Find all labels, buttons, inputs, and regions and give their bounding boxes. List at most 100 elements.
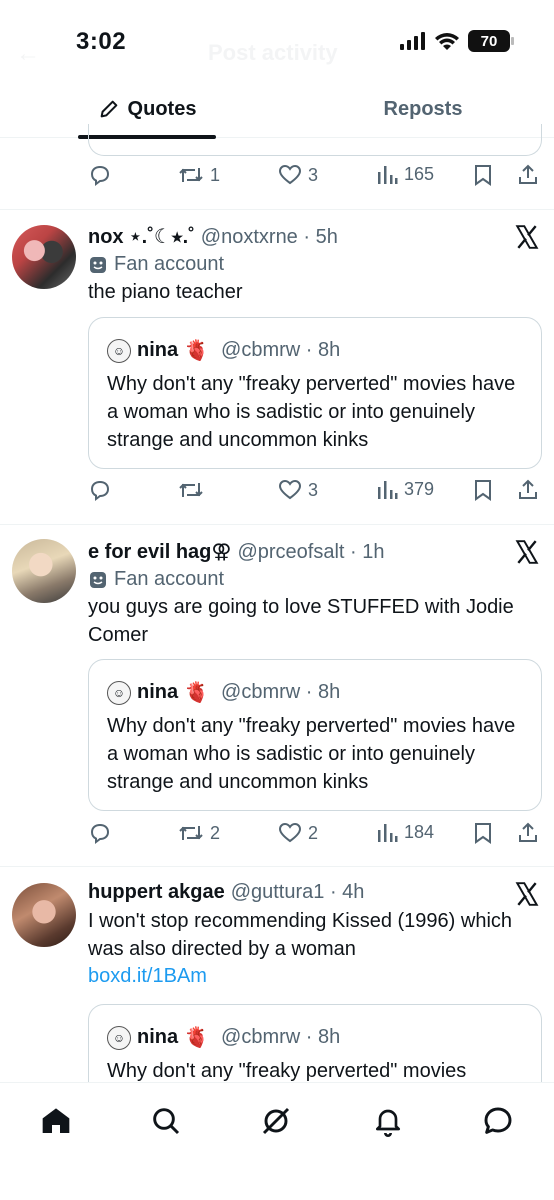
reply-button[interactable] — [88, 821, 112, 845]
post-link[interactable]: boxd.it/1BAm — [88, 965, 207, 988]
reply-icon — [90, 823, 110, 844]
handle[interactable]: @guttura1 · 4h — [231, 881, 365, 904]
quote-display-name[interactable]: nina — [137, 1026, 178, 1049]
heart-icon — [278, 479, 302, 500]
like-count: 3 — [308, 479, 319, 500]
views-count: 379 — [404, 478, 435, 499]
action-bar: 1 3 165 — [88, 163, 542, 193]
quote-avatar[interactable]: ☺ — [107, 680, 131, 705]
x-logo-icon[interactable] — [514, 881, 540, 907]
share-button[interactable] — [516, 163, 540, 187]
back-arrow-icon[interactable]: ← — [16, 40, 40, 68]
display-name[interactable]: nox ⋆.˚☾⭒.˚ — [88, 224, 195, 249]
views-button[interactable]: 379 — [376, 478, 434, 500]
bookmark-icon — [475, 823, 491, 844]
fan-account-label: Fan account — [88, 568, 224, 591]
quote-handle[interactable]: @cbmrw · 8h — [221, 681, 340, 704]
views-icon — [378, 166, 398, 184]
quote-header: ☺ nina 🫀 @cbmrw · 8h — [107, 1025, 340, 1050]
share-button[interactable] — [516, 821, 540, 845]
pencil-icon — [100, 100, 117, 118]
like-count: 2 — [308, 822, 319, 843]
quote-card[interactable]: ☺ nina 🫀 @cbmrw · 8h Why don't any "frea… — [88, 317, 542, 469]
bookmark-icon — [475, 480, 491, 501]
quote-avatar[interactable]: ☺ — [107, 1025, 131, 1050]
wifi-icon — [435, 33, 459, 50]
handle[interactable]: @prceofsalt · 1h — [237, 541, 384, 564]
heart-icon — [278, 164, 302, 185]
avatar[interactable] — [12, 883, 76, 947]
post-text: you guys are going to love STUFFED with … — [88, 596, 514, 646]
share-button[interactable] — [516, 478, 540, 502]
like-button[interactable]: 2 — [278, 821, 318, 845]
action-bar: 3 379 — [88, 478, 542, 508]
fan-account-label: Fan account — [88, 253, 224, 276]
nav-home[interactable] — [36, 1101, 76, 1141]
like-button[interactable]: 3 — [278, 163, 318, 187]
reply-button[interactable] — [88, 478, 112, 502]
views-icon — [378, 481, 398, 499]
x-logo-icon[interactable] — [514, 224, 540, 250]
nav-grok[interactable] — [256, 1101, 296, 1141]
bottom-nav — [0, 1082, 554, 1200]
share-icon — [519, 822, 537, 842]
quote-text: Why don't any "freaky perverted" movies … — [107, 373, 516, 451]
bookmark-button[interactable] — [472, 163, 494, 187]
post-text: the piano teacher — [88, 281, 243, 303]
bookmark-button[interactable] — [472, 478, 494, 502]
avatar[interactable] — [12, 539, 76, 603]
grok-icon — [262, 1107, 290, 1135]
share-icon — [519, 479, 537, 499]
battery-indicator: 70 — [468, 30, 514, 52]
handle[interactable]: @noxtxrne · 5h — [201, 226, 338, 249]
quote-header: ☺ nina 🫀 @cbmrw · 8h — [107, 680, 340, 705]
bookmark-icon — [475, 165, 491, 186]
nav-notifications[interactable] — [368, 1101, 408, 1141]
quote-text: Why don't any "freaky perverted" movies … — [107, 715, 516, 793]
repost-button[interactable]: 1 — [178, 163, 220, 187]
battery-level: 70 — [480, 32, 498, 50]
post[interactable]: huppert akgae @guttura1 · 4h I won't sto… — [0, 867, 554, 1124]
post-header: huppert akgae @guttura1 · 4h — [88, 881, 364, 904]
repost-button[interactable] — [178, 478, 210, 502]
status-time: 3:02 — [76, 28, 127, 55]
notifications-icon — [376, 1109, 400, 1137]
post[interactable]: nox ⋆.˚☾⭒.˚ @noxtxrne · 5h Fan account t… — [0, 210, 554, 524]
quote-display-name[interactable]: nina — [137, 681, 178, 704]
fan-account-text: Fan account — [114, 253, 225, 275]
nav-search[interactable] — [146, 1101, 186, 1141]
quote-card[interactable]: ☺ nina 🫀 @cbmrw · 8h Why don't any "frea… — [88, 659, 542, 811]
display-name[interactable]: huppert akgae — [88, 881, 225, 904]
repost-count: 2 — [210, 822, 221, 843]
quote-avatar[interactable]: ☺ — [107, 338, 131, 363]
quote-handle[interactable]: @cbmrw · 8h — [221, 339, 340, 362]
views-button[interactable]: 165 — [376, 163, 434, 185]
like-count: 3 — [308, 164, 319, 185]
quote-card-partial[interactable] — [88, 124, 542, 156]
reply-icon — [90, 480, 110, 501]
like-button[interactable]: 3 — [278, 478, 318, 502]
quote-display-name[interactable]: nina — [137, 339, 178, 362]
quote-handle[interactable]: @cbmrw · 8h — [221, 1026, 340, 1049]
avatar[interactable] — [12, 225, 76, 289]
reply-button[interactable] — [88, 163, 112, 187]
fan-account-text: Fan account — [114, 568, 225, 590]
views-count: 184 — [404, 821, 435, 842]
repost-button[interactable]: 2 — [178, 821, 220, 845]
status-bar: ← Post activity 3:02 70 — [0, 0, 554, 80]
tab-reposts-label: Reposts — [383, 97, 463, 120]
post[interactable]: e for evil hag⚢ @prceofsalt · 1h Fan acc… — [0, 525, 554, 866]
action-bar: 2 2 184 — [88, 821, 542, 851]
masks-icon — [90, 571, 106, 588]
repost-count: 1 — [210, 164, 221, 185]
repost-icon — [179, 826, 203, 840]
bookmark-button[interactable] — [472, 821, 494, 845]
repost-icon — [179, 483, 203, 497]
quote-header: ☺ nina 🫀 @cbmrw · 8h — [107, 338, 340, 363]
views-count: 165 — [404, 163, 435, 184]
x-logo-icon[interactable] — [514, 539, 540, 565]
nav-messages[interactable] — [478, 1101, 518, 1141]
views-button[interactable]: 184 — [376, 821, 434, 843]
display-name[interactable]: e for evil hag⚢ — [88, 539, 231, 564]
post-header: e for evil hag⚢ @prceofsalt · 1h — [88, 539, 385, 564]
